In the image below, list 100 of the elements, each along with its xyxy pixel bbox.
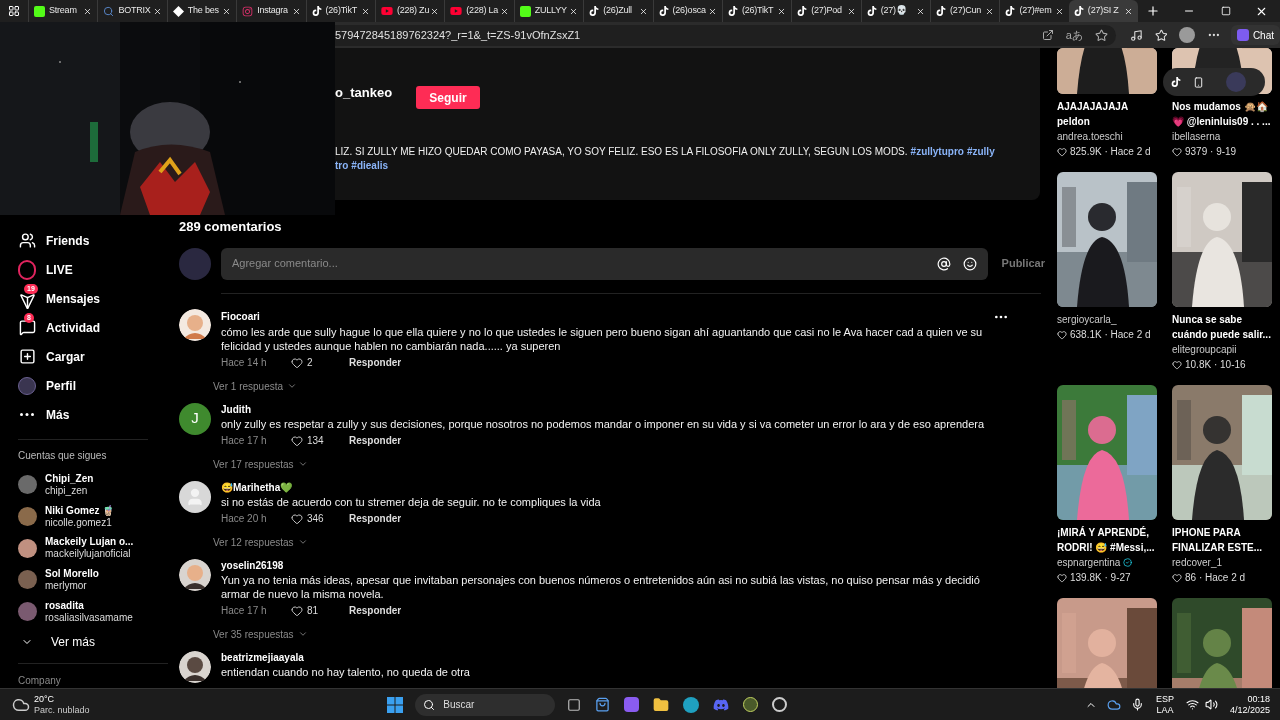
phone-icon[interactable] bbox=[1193, 76, 1204, 88]
footer-link[interactable]: Company bbox=[18, 673, 170, 688]
video-title[interactable]: IPHONE PARA FINALIZAR ESTE... bbox=[1172, 525, 1272, 555]
video-author[interactable]: sergioycarla_ bbox=[1057, 312, 1117, 327]
new-tab-icon[interactable] bbox=[1146, 4, 1161, 18]
read-aloud-button[interactable]: aあ bbox=[1065, 26, 1083, 44]
music-icon[interactable] bbox=[1129, 28, 1143, 42]
app-icon[interactable] bbox=[743, 697, 759, 712]
comment-author[interactable]: 😅Marihetha💚 bbox=[221, 480, 1011, 495]
hashtag-link[interactable]: #zullytupro bbox=[910, 145, 964, 159]
avatar[interactable] bbox=[179, 650, 211, 683]
video-title[interactable]: AJAJAJAJAJA peldon bbox=[1057, 99, 1157, 129]
maximize-icon[interactable] bbox=[1221, 6, 1231, 16]
hashtag-link[interactable]: #zully bbox=[966, 145, 995, 159]
avatar[interactable] bbox=[179, 480, 211, 513]
folder-icon[interactable] bbox=[653, 696, 670, 713]
publish-button[interactable]: Publicar bbox=[1001, 255, 1045, 272]
view-replies-button[interactable]: Ver 12 respuestas bbox=[213, 534, 308, 550]
following-account[interactable]: Chipi_Zen chipi_zen bbox=[18, 469, 170, 501]
hashtag-link[interactable]: #diealis bbox=[351, 159, 389, 173]
weather-desc[interactable]: Parc. nublado bbox=[34, 704, 90, 716]
close-icon[interactable] bbox=[1054, 6, 1064, 16]
close-icon[interactable] bbox=[152, 6, 162, 16]
mic-icon[interactable] bbox=[1130, 698, 1144, 711]
network-icon[interactable] bbox=[1185, 698, 1199, 711]
language-indicator[interactable]: ESP bbox=[1155, 693, 1174, 705]
reply-button[interactable]: Responder bbox=[349, 355, 402, 370]
like-icon[interactable] bbox=[291, 434, 303, 447]
view-replies-button[interactable]: Ver 35 respuestas bbox=[213, 626, 308, 642]
avatar[interactable]: J bbox=[179, 402, 211, 435]
close-icon[interactable] bbox=[291, 6, 301, 16]
close-icon[interactable] bbox=[707, 6, 717, 16]
browser-icon[interactable] bbox=[683, 696, 700, 713]
clock-date[interactable]: 4/12/2025 bbox=[1229, 704, 1270, 716]
discord-icon[interactable] bbox=[713, 696, 730, 713]
comment-input[interactable]: Agregar comentario... bbox=[221, 247, 988, 280]
nav-item[interactable]: Cargar bbox=[18, 342, 170, 371]
nav-item[interactable]: LIVE bbox=[18, 255, 170, 284]
follow-button[interactable]: Seguir bbox=[416, 86, 480, 109]
comment-author[interactable]: Fiocoari bbox=[221, 309, 993, 324]
close-icon[interactable] bbox=[83, 6, 93, 16]
comment-author[interactable]: Judith bbox=[221, 402, 1011, 417]
close-icon[interactable] bbox=[360, 6, 370, 16]
weather-temp[interactable]: 20°C bbox=[34, 693, 90, 705]
tab-actions-icon[interactable] bbox=[8, 5, 20, 17]
like-icon[interactable] bbox=[291, 512, 303, 525]
cloud-icon[interactable] bbox=[1106, 697, 1121, 712]
favorite-icon[interactable] bbox=[1094, 28, 1108, 42]
layout-indicator[interactable]: LAA bbox=[1156, 704, 1174, 716]
favorites-icon[interactable] bbox=[1154, 28, 1168, 42]
following-account[interactable]: Niki Gomez 🧋 nicolle.gomez1 bbox=[18, 500, 170, 533]
avatar[interactable] bbox=[179, 308, 211, 341]
close-icon[interactable] bbox=[846, 6, 856, 16]
volume-icon[interactable] bbox=[1204, 698, 1218, 711]
nav-item[interactable]: Más bbox=[18, 400, 170, 429]
following-account[interactable]: rosadita rosaliasilvasamame bbox=[18, 595, 170, 628]
video-title[interactable]: ¡MIRÁ Y APRENDÉ, RODRI! 😅 #Messi,... bbox=[1057, 525, 1157, 555]
close-icon[interactable] bbox=[499, 6, 509, 16]
like-icon[interactable] bbox=[291, 604, 303, 617]
nav-item[interactable]: Friends bbox=[18, 226, 170, 255]
mention-icon[interactable] bbox=[936, 256, 951, 271]
video-author[interactable]: espnargentina bbox=[1057, 555, 1121, 570]
video-title[interactable]: Nunca se sabe cuándo puede salir... bbox=[1172, 312, 1272, 342]
close-icon[interactable] bbox=[1124, 6, 1134, 16]
close-icon[interactable] bbox=[569, 6, 579, 16]
close-icon[interactable] bbox=[638, 6, 648, 16]
emoji-icon[interactable] bbox=[962, 256, 977, 271]
task-view-icon[interactable] bbox=[567, 697, 582, 712]
hashtag-link[interactable]: tro bbox=[335, 159, 349, 173]
app-icon[interactable] bbox=[772, 697, 788, 712]
like-icon[interactable] bbox=[291, 356, 303, 369]
video-author[interactable]: ibellaserna bbox=[1172, 129, 1221, 144]
store-icon[interactable] bbox=[595, 697, 611, 712]
close-icon[interactable] bbox=[222, 6, 232, 16]
clock-time[interactable]: 00:18 bbox=[1247, 693, 1270, 705]
copilot-icon[interactable] bbox=[624, 697, 640, 712]
external-link-icon[interactable] bbox=[1041, 29, 1054, 41]
close-icon[interactable] bbox=[430, 6, 440, 16]
nav-item[interactable]: Perfil bbox=[18, 371, 170, 400]
see-more-button[interactable]: Ver más bbox=[18, 627, 170, 658]
close-icon[interactable] bbox=[985, 6, 995, 16]
video-author[interactable]: redcover_1 bbox=[1172, 555, 1223, 570]
reply-button[interactable]: Responder bbox=[349, 511, 402, 526]
comment-author[interactable]: yoselin26198 bbox=[221, 558, 1011, 573]
view-replies-button[interactable]: Ver 1 respuesta bbox=[213, 378, 298, 394]
video-author[interactable]: elitegroupcapii bbox=[1172, 342, 1237, 357]
video-author[interactable]: andrea.toeschi bbox=[1057, 129, 1123, 144]
start-icon[interactable] bbox=[387, 696, 404, 713]
avatar[interactable] bbox=[179, 558, 211, 591]
taskbar-search[interactable]: Buscar bbox=[415, 693, 556, 716]
reply-button[interactable]: Responder bbox=[349, 603, 402, 618]
tiktok-icon[interactable] bbox=[1171, 77, 1181, 87]
profile-avatar[interactable] bbox=[1179, 27, 1196, 43]
browser-tab[interactable]: (27)SI Z bbox=[1068, 0, 1139, 22]
video-title[interactable]: Nos mudamos 🙊🏠 💗 @leninluis09 . . ... bbox=[1172, 99, 1272, 129]
view-replies-button[interactable]: Ver 17 respuestas bbox=[213, 456, 308, 472]
username[interactable]: o_tankeo bbox=[335, 82, 416, 103]
close-icon[interactable] bbox=[916, 6, 926, 16]
following-account[interactable]: Mackeily Lujan o... mackeilylujanoficial bbox=[18, 532, 170, 564]
close-icon[interactable] bbox=[777, 6, 787, 16]
